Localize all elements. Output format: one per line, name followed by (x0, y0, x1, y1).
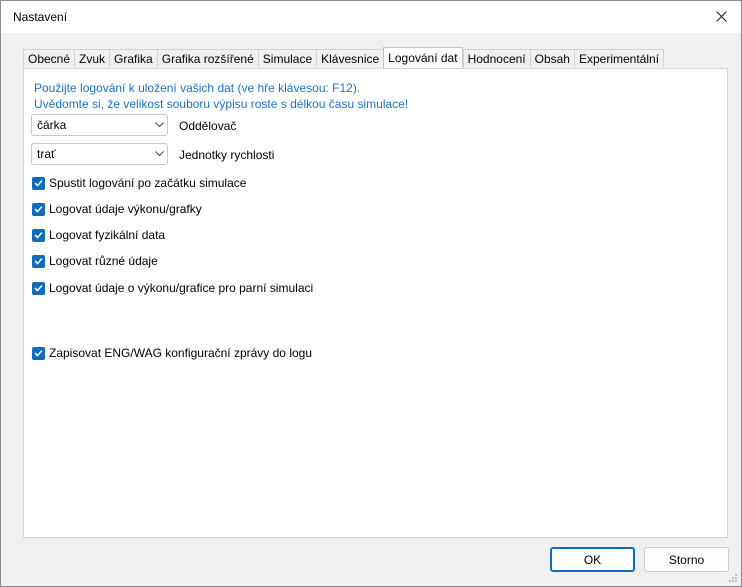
checkbox-label: Zapisovat ENG/WAG konfigurační zprávy do… (49, 346, 313, 360)
checkbox-log-steam-performance[interactable]: Logovat údaje o výkonu/grafice pro parní… (32, 281, 313, 295)
checkbox-label: Spustit logování po začátku simulace (49, 176, 247, 190)
cancel-button[interactable]: Storno (644, 547, 729, 572)
info-text-line2: Uvědomte si, že velikost souboru výpisu … (34, 97, 409, 111)
checkbox-label: Logovat údaje o výkonu/grafice pro parní… (49, 281, 314, 295)
logging-panel: Použijte logování k uložení vašich dat (… (23, 68, 728, 538)
chevron-down-icon (151, 151, 167, 157)
window-title: Nastavení (13, 10, 68, 24)
tab-simulation[interactable]: Simulace (257, 49, 317, 67)
checkbox-checked-icon[interactable] (32, 202, 45, 216)
tab-content[interactable]: Obsah (529, 49, 574, 67)
settings-dialog: Nastavení Obecné Zvuk Grafika Grafika ro… (0, 0, 742, 587)
checkbox-checked-icon[interactable] (32, 346, 45, 360)
checkbox-checked-icon[interactable] (32, 176, 45, 190)
checkbox-label: Logovat údaje výkonu/grafky (49, 202, 202, 216)
checkbox-label: Logovat různé údaje (49, 254, 158, 268)
info-text-line1: Použijte logování k uložení vašich dat (… (34, 81, 361, 95)
checkbox-log-performance[interactable]: Logovat údaje výkonu/grafky (32, 202, 202, 216)
tab-strip: Obecné Zvuk Grafika Grafika rozšířené Si… (23, 47, 665, 68)
tab-evaluation[interactable]: Hodnocení (462, 49, 530, 67)
tab-keyboard[interactable]: Klávesnice (316, 49, 384, 67)
title-bar: Nastavení (1, 1, 741, 33)
chevron-down-icon (151, 122, 167, 128)
tab-general[interactable]: Obecné (23, 49, 75, 67)
separator-label: Oddělovač (179, 119, 237, 133)
checkbox-log-physics[interactable]: Logovat fyzikální data (32, 228, 165, 242)
checkbox-log-misc[interactable]: Logovat různé údaje (32, 254, 158, 268)
tab-graphics[interactable]: Grafika (109, 49, 157, 67)
separator-dropdown[interactable]: čárka (31, 114, 168, 136)
checkbox-start-logging[interactable]: Spustit logování po začátku simulace (32, 176, 246, 190)
checkbox-checked-icon[interactable] (32, 281, 45, 295)
speed-units-dropdown[interactable]: trať (31, 143, 168, 165)
speed-units-value: trať (37, 147, 56, 161)
checkbox-checked-icon[interactable] (32, 228, 45, 242)
close-button[interactable] (701, 1, 741, 31)
close-icon (715, 10, 727, 22)
separator-value: čárka (37, 118, 67, 132)
checkbox-log-eng-wag[interactable]: Zapisovat ENG/WAG konfigurační zprávy do… (32, 346, 312, 360)
tab-graphics-advanced[interactable]: Grafika rozšířené (156, 49, 258, 67)
tab-sound[interactable]: Zvuk (74, 49, 110, 67)
checkbox-label: Logovat fyzikální data (49, 228, 166, 242)
resize-grip-icon[interactable] (728, 573, 738, 583)
tab-experimental[interactable]: Experimentální (573, 49, 665, 67)
tab-data-logging[interactable]: Logování dat (383, 47, 463, 68)
ok-button[interactable]: OK (550, 547, 635, 572)
checkbox-checked-icon[interactable] (32, 254, 45, 268)
speed-units-label: Jednotky rychlosti (179, 148, 275, 162)
